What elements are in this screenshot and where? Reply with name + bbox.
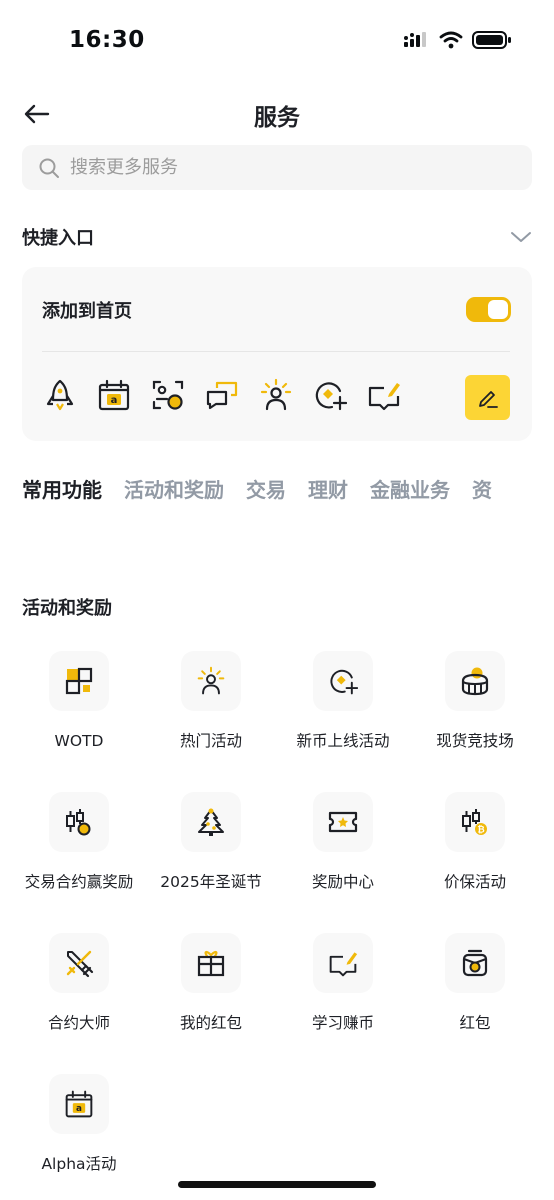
svg-text:₿: ₿ xyxy=(477,825,484,836)
service-item-label: 交易合约赢奖励 xyxy=(24,873,134,891)
coin-plus-icon xyxy=(330,669,358,695)
status-time: 16:30 xyxy=(69,27,145,53)
service-item-label: WOTD xyxy=(54,732,104,750)
tab-assets[interactable]: 资 xyxy=(472,474,492,510)
add-to-home-label: 添加到首页 xyxy=(42,301,132,322)
add-to-home-toggle[interactable] xyxy=(466,297,511,322)
pencil-icon xyxy=(478,390,498,408)
quick-entry-card: 添加到首页 a xyxy=(22,267,532,441)
service-item-rewards-center[interactable]: 奖励中心 xyxy=(277,792,409,893)
service-item-label: 现货竞技场 xyxy=(436,732,514,750)
search-icon xyxy=(39,158,59,178)
service-item-learn-earn[interactable]: 学习赚币 xyxy=(277,933,409,1034)
book-edit-icon xyxy=(329,952,358,977)
page-title: 服务 xyxy=(254,105,300,131)
red-packet-icon xyxy=(462,949,488,977)
book-edit-icon[interactable] xyxy=(366,377,401,412)
service-item-label: 红包 xyxy=(459,1014,491,1032)
quick-entry-header[interactable]: 快捷入口 xyxy=(22,222,532,252)
service-item-trade-futures-rewards[interactable]: 交易合约赢奖励 xyxy=(13,792,145,893)
gift-icon xyxy=(197,950,225,977)
divider xyxy=(42,351,510,352)
calendar-alpha-icon: a xyxy=(65,1090,93,1118)
toggle-knob xyxy=(488,300,508,319)
rocket-icon[interactable] xyxy=(42,377,77,412)
category-tabs: 常用功能 活动和奖励 交易 理财 金融业务 资 xyxy=(22,474,554,510)
status-bar: 16:30 xyxy=(0,0,554,84)
service-item-red-packet[interactable]: 红包 xyxy=(409,933,541,1034)
service-item-price-protection[interactable]: ₿ 价保活动 xyxy=(409,792,541,893)
ticket-icon xyxy=(328,811,358,833)
service-item-christmas[interactable]: 2025年圣诞节 xyxy=(145,792,277,893)
service-item-label: 学习赚币 xyxy=(311,1014,374,1032)
battery-icon xyxy=(472,30,512,54)
tab-earn[interactable]: 理财 xyxy=(308,474,348,510)
service-item-label: Alpha活动 xyxy=(41,1155,117,1173)
svg-text:a: a xyxy=(110,395,117,406)
search-input[interactable] xyxy=(70,157,490,178)
service-item-label: 价保活动 xyxy=(443,873,506,891)
service-item-alpha-events[interactable]: a Alpha活动 xyxy=(13,1074,145,1175)
service-item-label: 新币上线活动 xyxy=(296,732,390,750)
quick-entry-title: 快捷入口 xyxy=(22,228,94,249)
edit-button[interactable] xyxy=(465,375,510,420)
arena-icon xyxy=(461,667,489,696)
cellular-signal-icon xyxy=(404,31,430,53)
svg-text:a: a xyxy=(76,1104,82,1114)
wifi-icon xyxy=(439,31,463,53)
tab-finance[interactable]: 金融业务 xyxy=(370,474,450,510)
activities-section-title: 活动和奖励 xyxy=(22,598,112,619)
calendar-alpha-icon[interactable]: a xyxy=(96,377,131,412)
chevron-down-icon[interactable] xyxy=(510,230,532,244)
swords-icon xyxy=(66,950,94,978)
coin-plus-icon[interactable] xyxy=(312,377,347,412)
service-item-label: 我的红包 xyxy=(179,1014,242,1032)
search-bar[interactable] xyxy=(22,145,532,190)
christmas-tree-icon xyxy=(198,808,224,836)
home-indicator xyxy=(178,1181,376,1188)
service-item-wotd[interactable]: WOTD xyxy=(13,651,145,752)
service-item-label: 奖励中心 xyxy=(311,873,374,891)
sun-person-icon[interactable] xyxy=(258,377,293,412)
quick-entry-icons: a xyxy=(42,377,401,412)
service-item-label: 热门活动 xyxy=(179,732,242,750)
service-item-futures-master[interactable]: 合约大师 xyxy=(13,933,145,1034)
service-item-hot-events[interactable]: 热门活动 xyxy=(145,651,277,752)
sun-person-icon xyxy=(197,666,225,695)
chat-bubble-icon[interactable] xyxy=(204,377,239,412)
tab-common[interactable]: 常用功能 xyxy=(22,474,102,510)
tab-activities[interactable]: 活动和奖励 xyxy=(124,474,224,510)
tab-trade[interactable]: 交易 xyxy=(246,474,286,510)
candle-coin-icon: ₿ xyxy=(462,809,487,836)
service-item-label: 合约大师 xyxy=(47,1014,110,1032)
candle-icon xyxy=(66,809,91,836)
service-item-my-red-packet[interactable]: 我的红包 xyxy=(145,933,277,1034)
header: 服务 xyxy=(0,90,554,138)
wotd-icon xyxy=(65,667,93,695)
service-item-label: 2025年圣诞节 xyxy=(160,873,262,891)
service-item-new-listing[interactable]: 新币上线活动 xyxy=(277,651,409,752)
scan-coin-icon[interactable] xyxy=(150,377,185,412)
service-item-spot-arena[interactable]: 现货竞技场 xyxy=(409,651,541,752)
